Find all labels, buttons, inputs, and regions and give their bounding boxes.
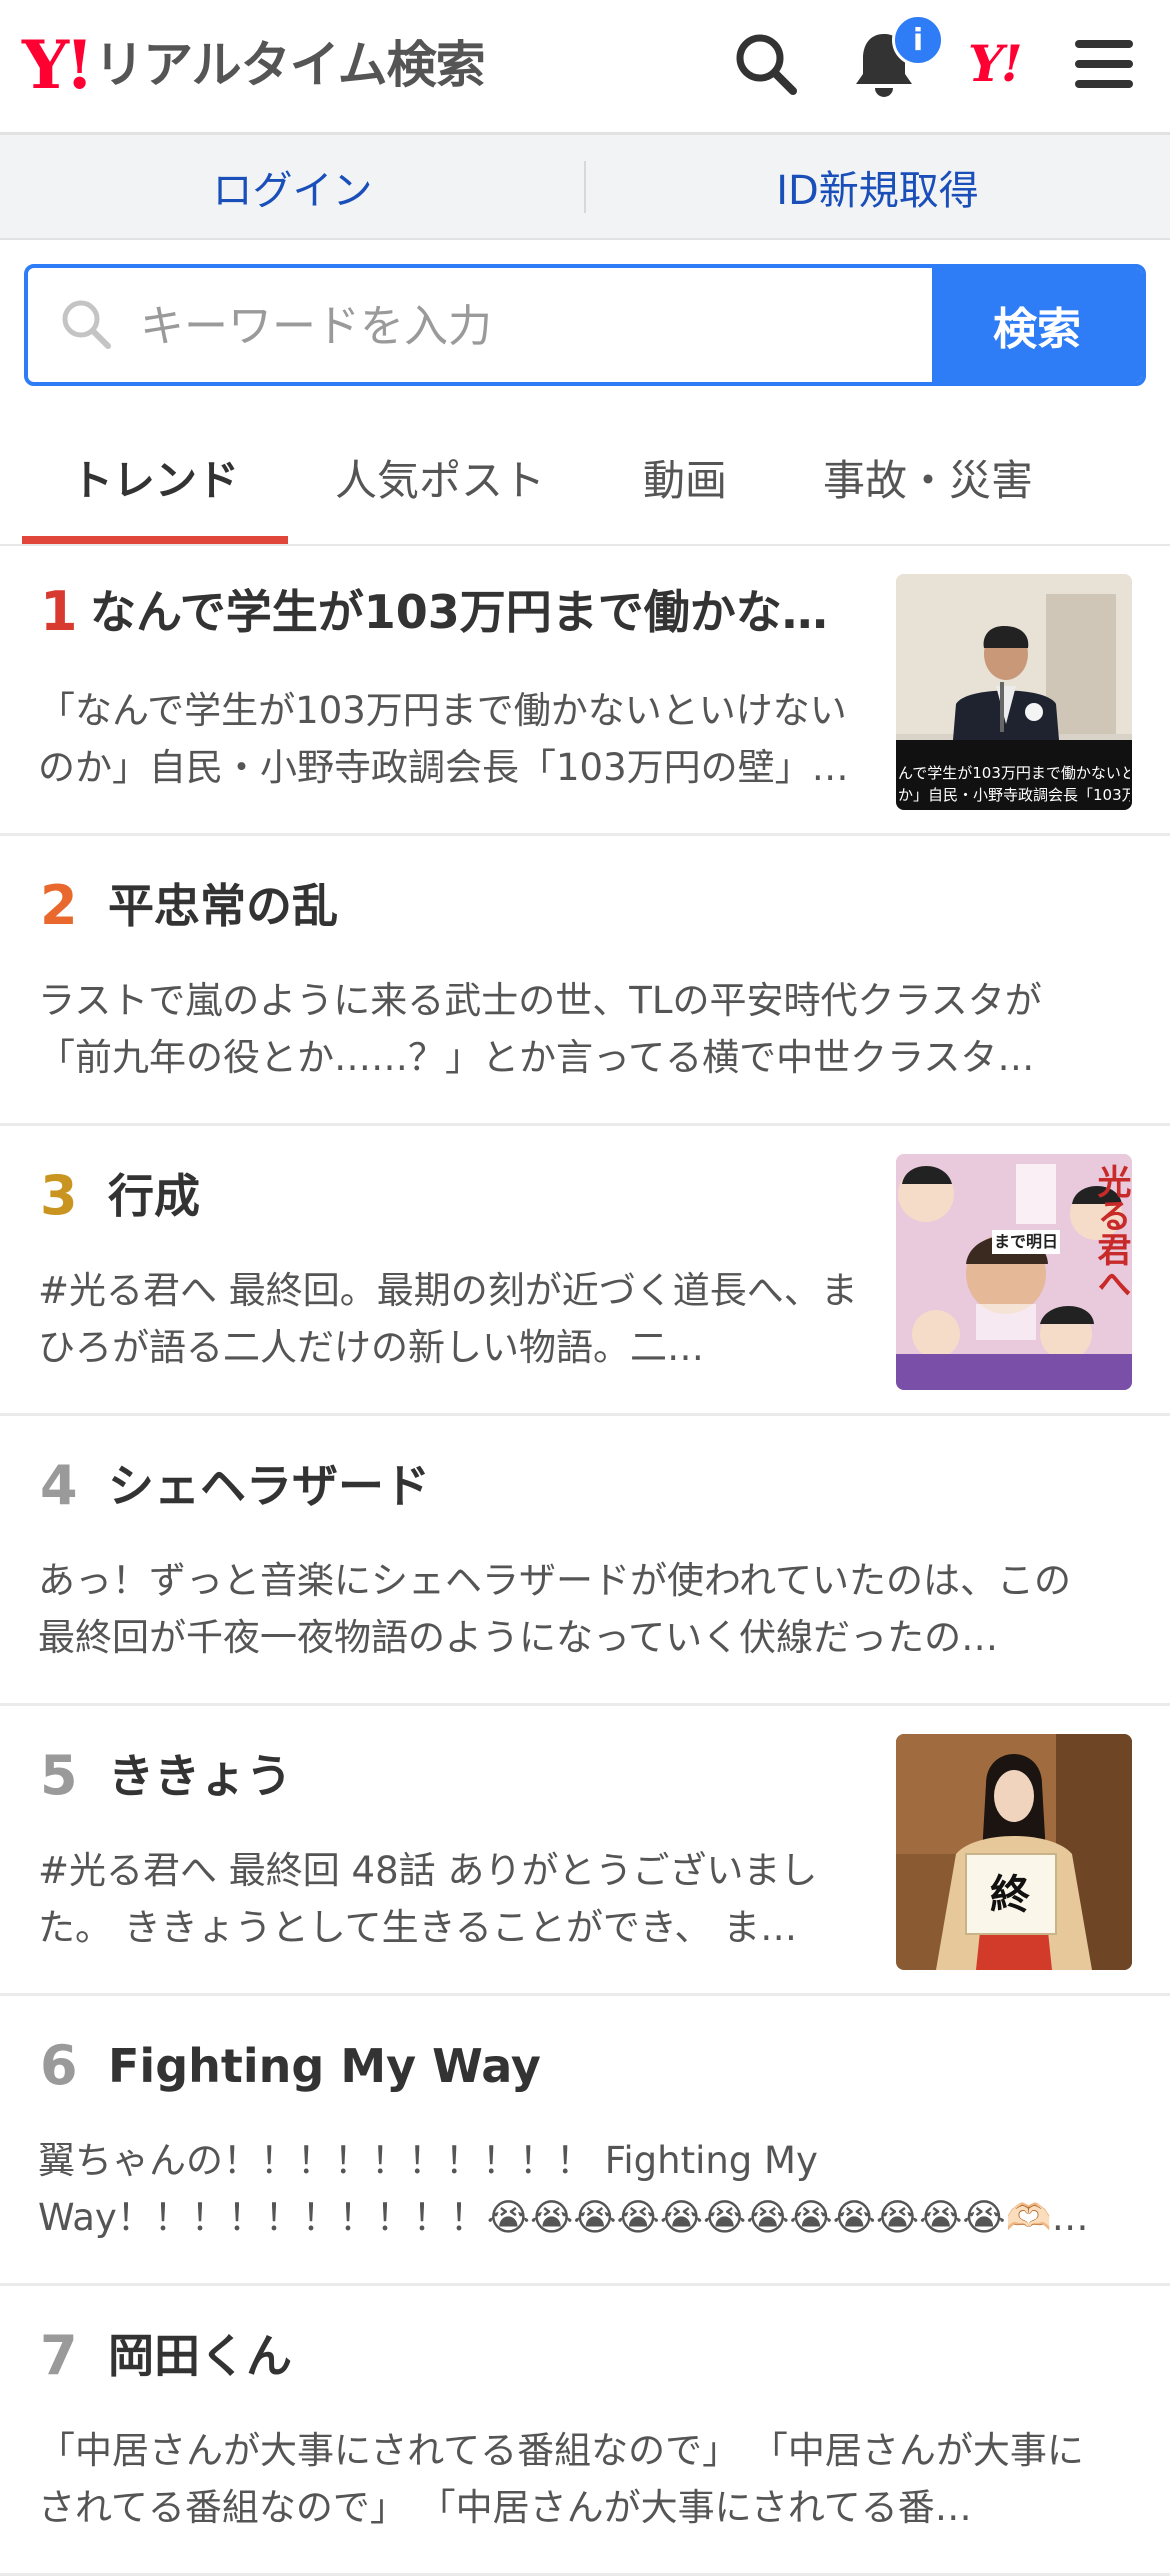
tab-popular-posts[interactable]: 人気ポスト: [310, 410, 570, 544]
app-header: Y! リアルタイム検索 i Y!: [0, 0, 1170, 135]
yahoo-logo-icon[interactable]: Y!: [968, 34, 1023, 94]
trend-rank: 6: [40, 2034, 78, 2097]
trend-list: 1 なんで学生が103万円まで働かな… 「なんで学生が103万円まで働かないとい…: [0, 546, 1170, 2576]
trend-rank: 2: [40, 874, 78, 937]
trend-rank: 7: [40, 2324, 78, 2387]
trend-description: 「中居さんが大事にされてる番組なので」 「中居さんが大事にされてる番組なので」 …: [38, 2429, 1084, 2529]
trend-description: ラストで嵐のように来る武士の世、TLの平安時代クラスタが「前九年の役とか……？」…: [38, 979, 1042, 1079]
trend-thumbnail: 終: [896, 1734, 1132, 1970]
thumb-caption-2: か」自民・小野寺政調会長「103万円…: [898, 786, 1130, 804]
trend-item[interactable]: 7 岡田くん 「中居さんが大事にされてる番組なので」 「中居さんが大事にされてる…: [0, 2286, 1170, 2576]
yahoo-logo-mark: Y!: [22, 26, 94, 104]
logo-title: リアルタイム検索: [94, 36, 485, 94]
trend-title: 平忠常の乱: [108, 879, 338, 933]
trend-item[interactable]: 5 ききょう #光る君へ 最終回 48話 ありがとうございました。 ききょうとし…: [0, 1706, 1170, 1996]
category-tabs: トレンド 人気ポスト 動画 事故・災害: [0, 410, 1170, 546]
trend-rank: 4: [40, 1454, 78, 1517]
trend-description: #光る君へ 最終回 48話 ありがとうございました。 ききょうとして生きることが…: [38, 1849, 818, 1949]
trend-description: 翼ちゃんの！！！！！！！！！！ Fighting My Way！！！！！！！！！…: [38, 2139, 1089, 2239]
signup-link[interactable]: ID新規取得: [585, 135, 1170, 238]
trend-rank: 3: [40, 1164, 78, 1227]
trend-item[interactable]: 6 Fighting My Way 翼ちゃんの！！！！！！！！！！ Fighti…: [0, 1996, 1170, 2286]
active-tab-indicator: [22, 536, 288, 544]
thumb-caption-1: んで学生が103万円まで働かないとい: [898, 764, 1130, 782]
trend-title: ききょう: [108, 1749, 292, 1803]
search-box: 検索: [24, 264, 1146, 386]
trend-thumbnail: んで学生が103万円まで働かないとい か」自民・小野寺政調会長「103万円…: [896, 574, 1132, 810]
trend-title: シェヘラザード: [108, 1459, 430, 1513]
search-icon[interactable]: [730, 28, 802, 100]
tab-accidents-disasters[interactable]: 事故・災害: [790, 410, 1066, 544]
thumb-paper-text: 終: [990, 1871, 1030, 1918]
search-field-icon: [58, 296, 114, 356]
tab-videos[interactable]: 動画: [590, 410, 780, 544]
trend-title: なんで学生が103万円まで働かな…: [90, 585, 828, 639]
search-button[interactable]: 検索: [932, 268, 1142, 382]
trend-title: Fighting My Way: [108, 2039, 541, 2093]
yahoo-realtime-logo[interactable]: Y! リアルタイム検索: [22, 26, 486, 104]
notification-badge: i: [892, 14, 944, 66]
trend-item[interactable]: 4 シェヘラザード あっ！ずっと音楽にシェヘラザードが使われていたのは、この最終…: [0, 1416, 1170, 1706]
trend-title: 行成: [108, 1169, 200, 1223]
trend-item[interactable]: 3 行成 #光る君へ 最終回。最期の刻が近づく道長へ、まひろが語る二人だけの新し…: [0, 1126, 1170, 1416]
trend-item[interactable]: 2 平忠常の乱 ラストで嵐のように来る武士の世、TLの平安時代クラスタが「前九年…: [0, 836, 1170, 1126]
menu-icon[interactable]: [1068, 28, 1140, 100]
auth-bar: ログイン ID新規取得: [0, 135, 1170, 240]
login-link[interactable]: ログイン: [0, 135, 585, 238]
trend-rank: 5: [40, 1744, 78, 1807]
trend-thumbnail: 光る君へ まで明日: [896, 1154, 1132, 1390]
tab-trend[interactable]: トレンド: [22, 410, 288, 544]
trend-description: 「なんで学生が103万円まで働かないといけないのか」自民・小野寺政調会長「103…: [38, 689, 849, 789]
trend-title: 岡田くん: [108, 2329, 292, 2383]
search-input[interactable]: [138, 268, 952, 382]
trend-item[interactable]: 1 なんで学生が103万円まで働かな… 「なんで学生が103万円まで働かないとい…: [0, 546, 1170, 836]
trend-description: あっ！ずっと音楽にシェヘラザードが使われていたのは、この最終回が千夜一夜物語のよ…: [38, 1559, 1072, 1659]
trend-description: #光る君へ 最終回。最期の刻が近づく道長へ、まひろが語る二人だけの新しい物語。二…: [38, 1269, 858, 1369]
trend-rank: 1: [40, 580, 78, 643]
thumb-sub-text: まで明日: [992, 1230, 1061, 1254]
